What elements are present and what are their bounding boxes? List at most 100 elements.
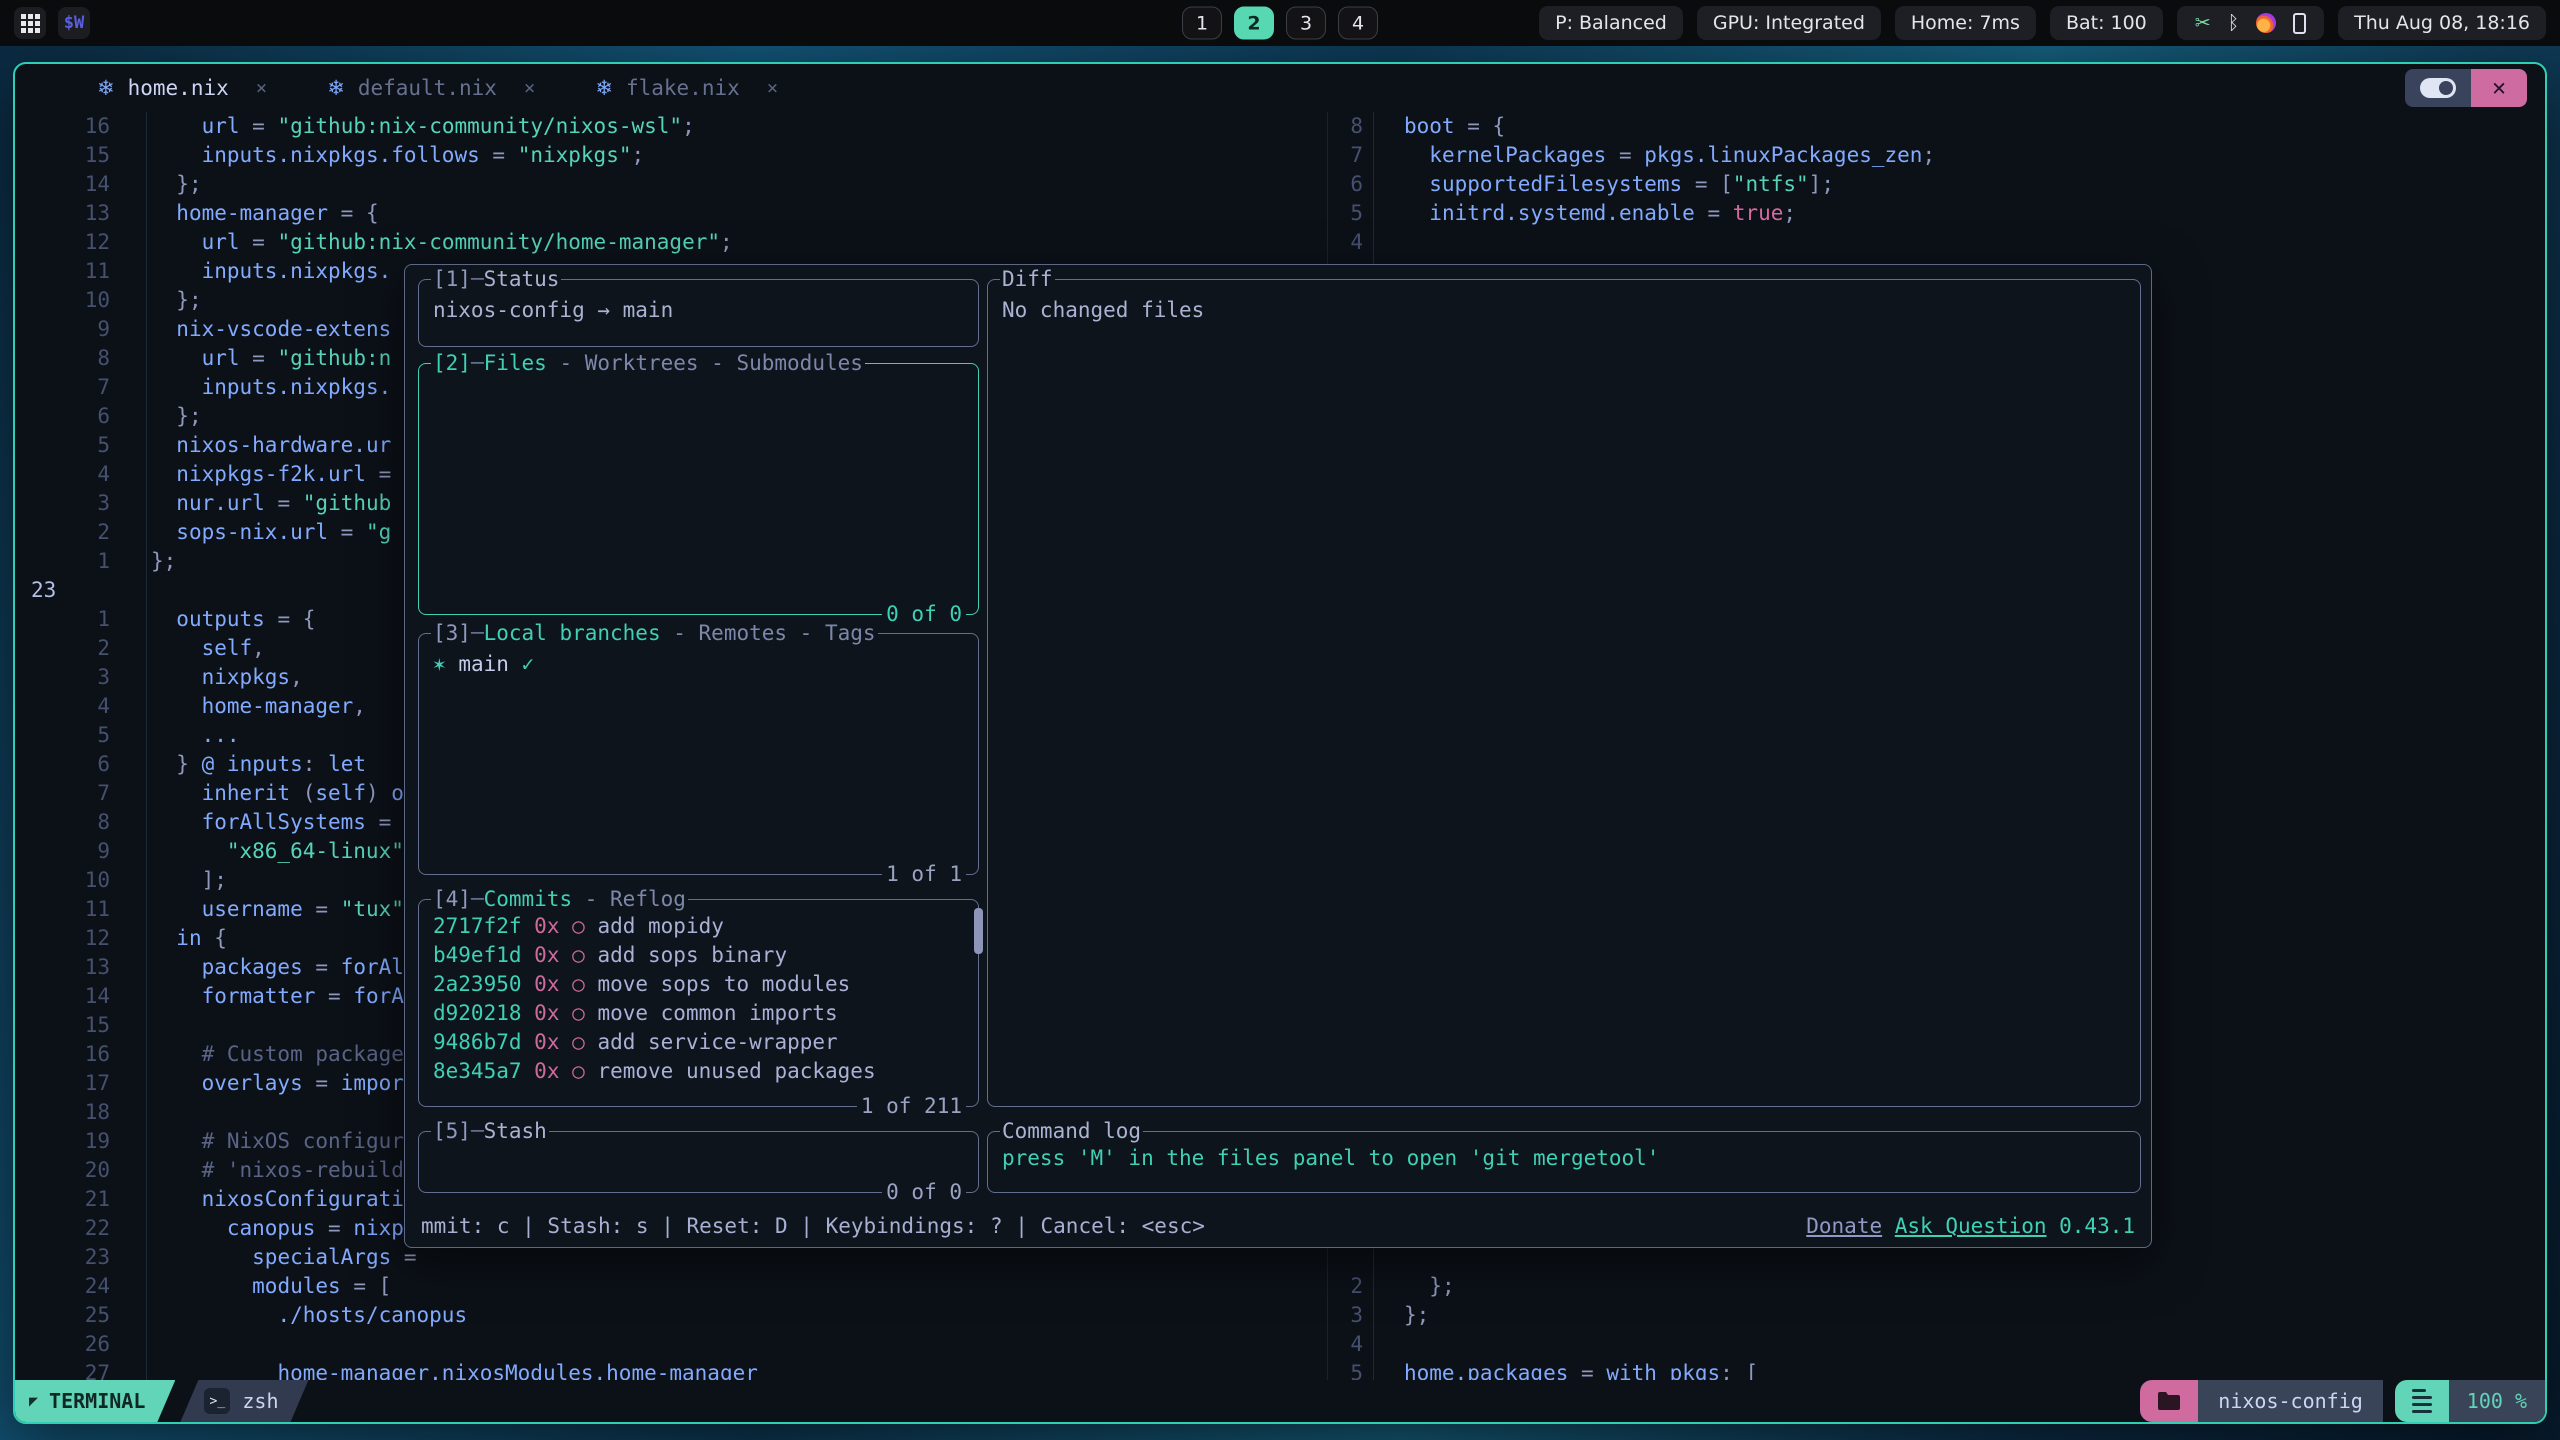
- code-line: 4: [1328, 228, 2545, 257]
- tab-label: home.nix: [128, 76, 229, 100]
- zellij-logo-icon: ◤: [29, 1392, 38, 1410]
- tab-close-icon[interactable]: ×: [256, 77, 267, 99]
- status-bar: ◤ TERMINAL >_ zsh nixos-config 100 %: [15, 1380, 2545, 1422]
- line-number: 10: [15, 286, 147, 315]
- code-line: 7 kernelPackages = pkgs.linuxPackages_ze…: [1328, 141, 2545, 170]
- line-number: 2: [15, 518, 147, 547]
- line-number: 2: [15, 634, 147, 663]
- code-line: 8boot = {: [1328, 112, 2545, 141]
- status-pill[interactable]: Home: 7ms: [1895, 6, 2036, 40]
- terminal-window: ❄home.nix×❄default.nix×❄flake.nix× ✕ 16 …: [13, 62, 2547, 1424]
- workspace-switcher: 1234: [1182, 7, 1378, 40]
- tab-default.nix[interactable]: ❄default.nix×: [297, 64, 565, 112]
- code-line: 5 initrd.systemd.enable = true;: [1328, 199, 2545, 228]
- line-number: 1: [15, 605, 147, 634]
- lines-icon: [2395, 1380, 2449, 1422]
- lazygit-status-panel[interactable]: [1]─Status nixos-config → main: [418, 279, 979, 347]
- mode-label: TERMINAL: [49, 1389, 145, 1413]
- line-number: 14: [15, 982, 147, 1011]
- tab-flake.nix[interactable]: ❄flake.nix×: [565, 64, 808, 112]
- line-number: 6: [15, 750, 147, 779]
- commit-row[interactable]: 9486b7d 0x ○ add service-wrapper: [433, 1028, 964, 1057]
- donate-link[interactable]: Donate: [1806, 1214, 1882, 1238]
- wm-logo[interactable]: $W: [58, 7, 90, 39]
- code-line: 25 ./hosts/canopus: [15, 1301, 1327, 1330]
- tab-label: flake.nix: [626, 76, 740, 100]
- app-launcher-icon[interactable]: [14, 7, 46, 39]
- commit-row[interactable]: 2a23950 0x ○ move sops to modules: [433, 970, 964, 999]
- browser-icon[interactable]: [2256, 13, 2276, 33]
- shell-label: zsh: [242, 1389, 278, 1413]
- status-pill[interactable]: Bat: 100: [2050, 6, 2163, 40]
- editor-area: 16 url = "github:nix-community/nixos-wsl…: [15, 112, 2545, 1380]
- code-line: 3};: [1328, 1301, 2545, 1330]
- line-number: 24: [15, 1272, 147, 1301]
- files-count: 0 of 0: [882, 600, 966, 629]
- nix-snowflake-icon: ❄: [327, 76, 345, 100]
- line-number: 9: [15, 315, 147, 344]
- line-number: 13: [15, 953, 147, 982]
- lazygit-keybar: mmit: c | Stash: s | Reset: D | Keybindi…: [421, 1212, 2135, 1241]
- commits-scrollbar[interactable]: [974, 908, 983, 954]
- shell-tab[interactable]: >_ zsh: [180, 1380, 308, 1422]
- lazygit-commits-panel[interactable]: [4]─Commits - Reflog 2717f2f 0x ○ add mo…: [418, 899, 979, 1107]
- line-number: 2: [1328, 1272, 1374, 1301]
- wm-logo-text: $W: [64, 13, 84, 33]
- tab-close-icon[interactable]: ×: [524, 77, 535, 99]
- percent-indicator: 100 %: [2449, 1380, 2545, 1422]
- line-number: 5: [15, 431, 147, 460]
- phone-icon[interactable]: [2293, 13, 2306, 34]
- line-number: 12: [15, 228, 147, 257]
- status-pill[interactable]: GPU: Integrated: [1697, 6, 1881, 40]
- commit-row[interactable]: d920218 0x ○ move common imports: [433, 999, 964, 1028]
- folder-icon: [2157, 1391, 2181, 1411]
- commit-row[interactable]: 8e345a7 0x ○ remove unused packages: [433, 1057, 964, 1086]
- commit-row[interactable]: b49ef1d 0x ○ add sops binary: [433, 941, 964, 970]
- clock[interactable]: Thu Aug 08, 18:16: [2338, 6, 2546, 40]
- commit-row[interactable]: 2717f2f 0x ○ add mopidy: [433, 912, 964, 941]
- lazygit-branches-panel[interactable]: [3]─Local branches - Remotes - Tags ✶ ma…: [418, 633, 979, 875]
- ask-question-link[interactable]: Ask Question: [1895, 1214, 2047, 1238]
- code-line: 16 url = "github:nix-community/nixos-wsl…: [15, 112, 1327, 141]
- zellij-mode-segment[interactable]: ◤ TERMINAL: [15, 1380, 175, 1422]
- working-directory: nixos-config: [2198, 1380, 2383, 1422]
- tab-close-icon[interactable]: ×: [767, 77, 778, 99]
- lazygit-stash-panel[interactable]: [5]─Stash 0 of 0: [418, 1131, 979, 1193]
- line-number: 14: [15, 170, 147, 199]
- workspace-4[interactable]: 4: [1338, 7, 1378, 40]
- line-number: 4: [15, 460, 147, 489]
- line-number: 3: [1328, 1301, 1374, 1330]
- tab-home.nix[interactable]: ❄ home.nix ×: [67, 64, 297, 112]
- toggle-button[interactable]: [2405, 69, 2471, 107]
- line-number: 7: [15, 779, 147, 808]
- tab-bar: ❄home.nix×❄default.nix×❄flake.nix× ✕: [15, 64, 2545, 112]
- line-number: 17: [15, 1069, 147, 1098]
- line-number: 4: [1328, 1330, 1374, 1359]
- lazygit-diff-panel[interactable]: Diff No changed files: [987, 279, 2141, 1107]
- workspace-1[interactable]: 1: [1182, 7, 1222, 40]
- system-tray[interactable]: ✂ ᛒ: [2177, 6, 2324, 40]
- terminal-prompt-icon: >_: [204, 1388, 230, 1414]
- line-number: 1: [15, 547, 147, 576]
- line-number: 16: [15, 1040, 147, 1069]
- line-number: 3: [15, 663, 147, 692]
- line-number: 13: [15, 199, 147, 228]
- line-number: 6: [15, 402, 147, 431]
- code-line: 12 url = "github:nix-community/home-mana…: [15, 228, 1327, 257]
- window-close-button[interactable]: ✕: [2471, 69, 2527, 107]
- lazygit-command-log-panel[interactable]: Command log press 'M' in the files panel…: [987, 1131, 2141, 1193]
- nix-snowflake-icon: ❄: [97, 76, 115, 100]
- status-pill[interactable]: P: Balanced: [1539, 6, 1683, 40]
- line-number: 18: [15, 1098, 147, 1127]
- lazygit-files-panel[interactable]: [2]─Files - Worktrees - Submodules 0 of …: [418, 363, 979, 615]
- line-number: 5: [1328, 199, 1374, 228]
- line-number: 8: [15, 344, 147, 373]
- line-number: 12: [15, 924, 147, 953]
- bluetooth-icon[interactable]: ᛒ: [2228, 12, 2239, 34]
- code-line: 26: [15, 1330, 1327, 1359]
- workspace-3[interactable]: 3: [1286, 7, 1326, 40]
- command-log-content: press 'M' in the files panel to open 'gi…: [988, 1132, 2140, 1173]
- code-line: 6 supportedFilesystems = ["ntfs"];: [1328, 170, 2545, 199]
- workspace-2[interactable]: 2: [1234, 7, 1274, 40]
- scissors-tray-icon[interactable]: ✂: [2195, 12, 2211, 34]
